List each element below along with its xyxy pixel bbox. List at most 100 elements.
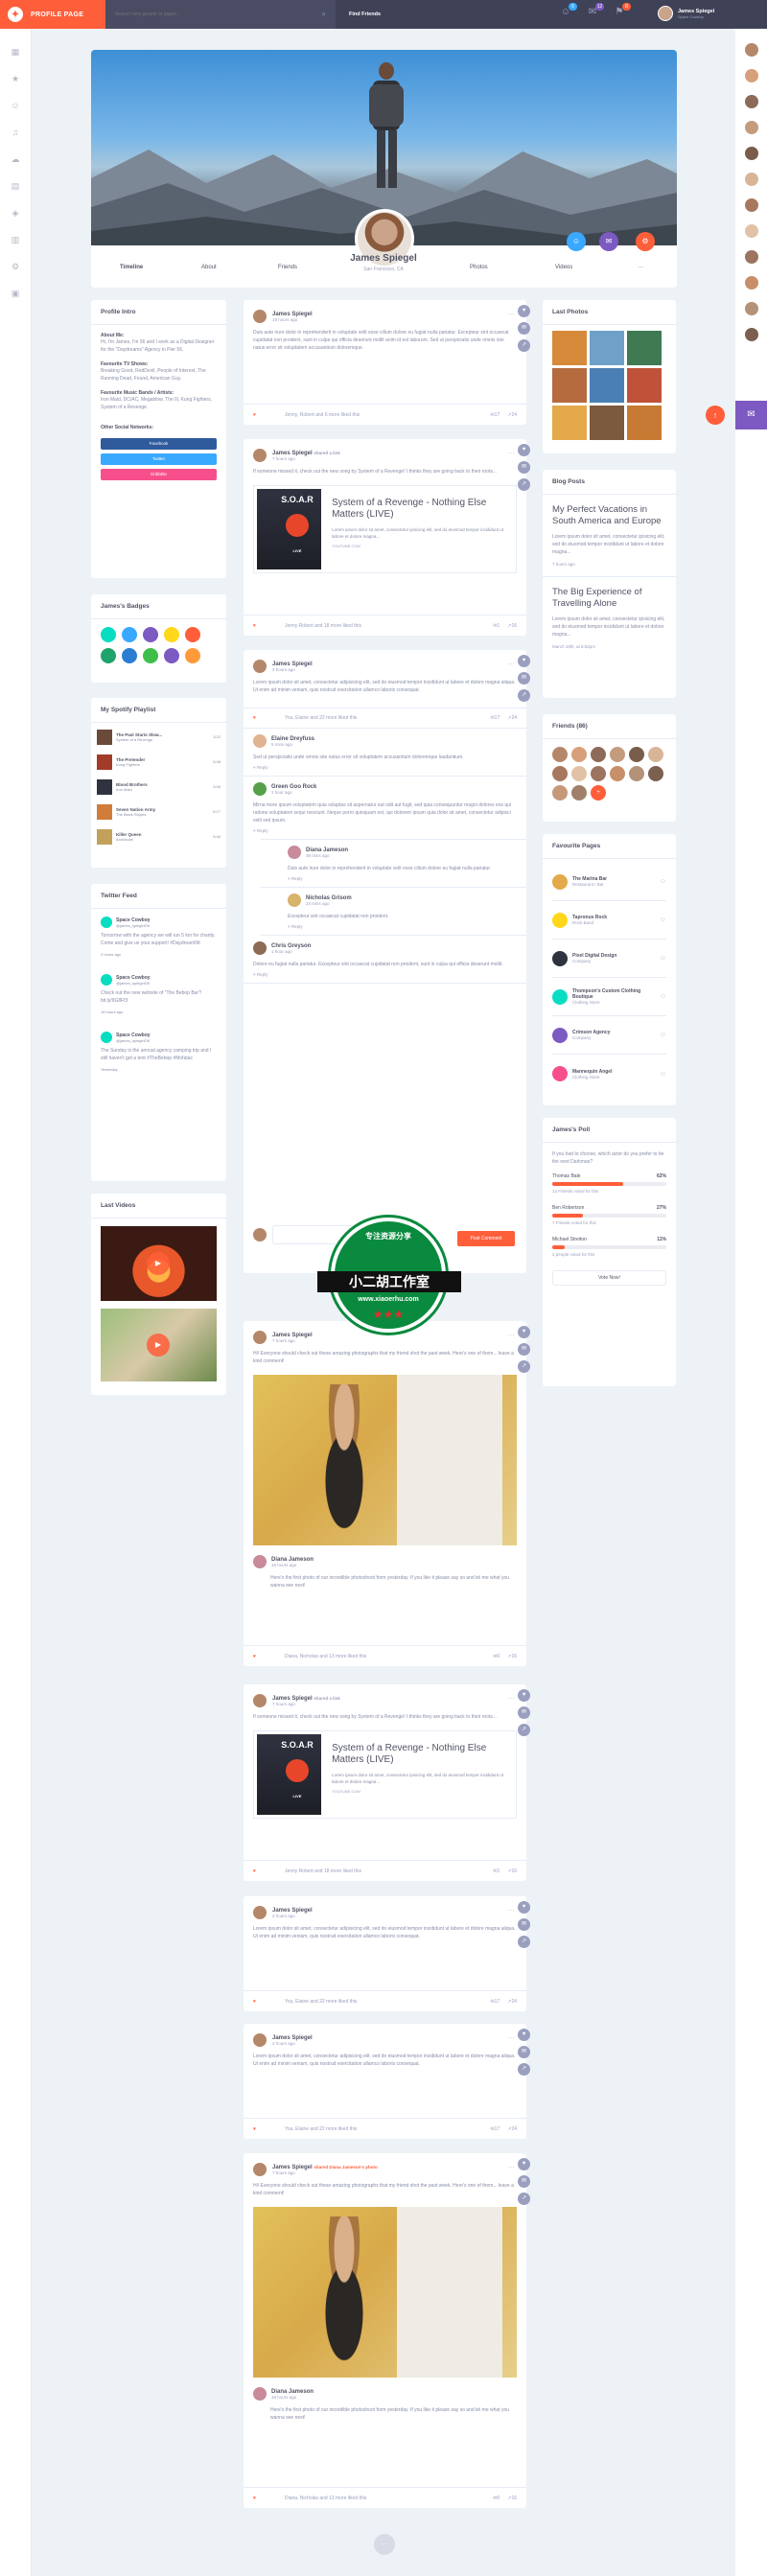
post-author[interactable]: James Spiegel bbox=[272, 1908, 313, 1914]
more-icon[interactable]: ··· bbox=[507, 1906, 515, 1915]
photo-thumbnail[interactable] bbox=[627, 406, 662, 440]
heart-icon[interactable]: ♥ bbox=[253, 2126, 256, 2132]
page-item[interactable]: Tapronus Rock Rock Band ☺ bbox=[552, 901, 666, 940]
heart-icon[interactable]: ♥ bbox=[253, 1654, 256, 1659]
page-item[interactable]: Thompson's Custom Clothing Boutique Cloth… bbox=[552, 978, 666, 1016]
tab-videos[interactable]: Videos bbox=[555, 265, 572, 270]
brand[interactable]: ✦ PROFILE PAGE bbox=[0, 0, 105, 29]
friend-avatar[interactable] bbox=[591, 766, 606, 781]
friend-avatar[interactable] bbox=[744, 328, 758, 341]
comment-side-icon[interactable]: ✉ bbox=[518, 2175, 530, 2188]
friend-requests-icon[interactable]: ☺ 6 bbox=[560, 3, 577, 18]
share-side-icon[interactable]: ↗ bbox=[518, 2193, 530, 2205]
friend-avatar[interactable] bbox=[552, 785, 568, 801]
friend-avatar[interactable] bbox=[744, 147, 758, 160]
playlist-item[interactable]: Killer Queen Archiduke 5:40 bbox=[97, 824, 221, 849]
add-friend-icon[interactable]: ☺ bbox=[567, 232, 586, 251]
friend-avatar[interactable] bbox=[648, 766, 663, 781]
vote-button[interactable]: Vote Now! bbox=[552, 1270, 666, 1286]
post-author[interactable]: James Spiegel bbox=[272, 1696, 313, 1702]
post-author[interactable]: James Spiegel bbox=[272, 312, 313, 317]
badge-icon[interactable] bbox=[101, 627, 116, 642]
friend-avatar[interactable] bbox=[571, 766, 587, 781]
more-friends-icon[interactable]: + bbox=[591, 785, 606, 801]
dribbble-button[interactable]: Dribbble bbox=[101, 469, 217, 480]
link-title[interactable]: System of a Revenge - Nothing Else Matte… bbox=[332, 498, 508, 521]
heart-icon[interactable]: ♥ bbox=[253, 765, 256, 770]
play-icon[interactable]: ▶ bbox=[147, 1252, 170, 1275]
friend-groups-icon[interactable]: ☺ bbox=[0, 92, 31, 119]
like-side-icon[interactable]: ♥ bbox=[518, 2029, 530, 2041]
comment-author[interactable]: Nicholas Grisom bbox=[306, 895, 352, 901]
add-page-icon[interactable]: ☺ bbox=[660, 1071, 666, 1078]
calendar-icon[interactable]: ▤ bbox=[0, 173, 31, 199]
avatar[interactable] bbox=[253, 2163, 267, 2176]
badge-icon[interactable] bbox=[122, 648, 137, 663]
scroll-up-icon[interactable]: ↑ bbox=[706, 406, 725, 425]
notifications-icon[interactable]: ⚑ 8 bbox=[614, 3, 631, 18]
share-side-icon[interactable]: ↗ bbox=[518, 478, 530, 491]
more-icon[interactable]: ··· bbox=[507, 449, 515, 457]
playlist-item[interactable]: The Past Starts Slow... System of a Reven… bbox=[97, 725, 221, 750]
post-photo[interactable] bbox=[253, 1375, 517, 1545]
tab-about[interactable]: About bbox=[201, 265, 217, 270]
load-more-icon[interactable]: ··· bbox=[374, 2534, 395, 2555]
avatar[interactable] bbox=[253, 1906, 267, 1919]
friend-avatar[interactable] bbox=[571, 747, 587, 762]
comment-author[interactable]: Diana Jameson bbox=[271, 1557, 314, 1563]
shared-link[interactable]: S.O.A.R LIVE System of a Revenge - Nothin… bbox=[253, 1730, 517, 1819]
photo-thumbnail[interactable] bbox=[627, 331, 662, 365]
badge-icon[interactable] bbox=[143, 648, 158, 663]
friend-avatar[interactable] bbox=[629, 747, 644, 762]
page-item[interactable]: Mannequin Angel Clothing Store ☺ bbox=[552, 1055, 666, 1093]
heart-icon[interactable]: ♥ bbox=[253, 2495, 256, 2501]
friend-avatar[interactable] bbox=[744, 224, 758, 238]
share-side-icon[interactable]: ↗ bbox=[518, 1724, 530, 1736]
shared-link[interactable]: S.O.A.R LIVE System of a Revenge - Nothin… bbox=[253, 485, 517, 573]
photo-thumbnail[interactable] bbox=[552, 406, 587, 440]
poll-option[interactable]: Michael Streiton 11% 2 people voted for t… bbox=[552, 1237, 666, 1257]
avatar[interactable] bbox=[253, 1694, 267, 1707]
comment-side-icon[interactable]: ✉ bbox=[518, 672, 530, 685]
add-page-icon[interactable]: ☺ bbox=[660, 993, 666, 1000]
avatar[interactable] bbox=[253, 310, 267, 323]
page-name[interactable]: Thompson's Custom Clothing Boutique bbox=[572, 988, 655, 1000]
more-icon[interactable]: ··· bbox=[507, 1694, 515, 1703]
comment-author[interactable]: Diana Jameson bbox=[271, 2389, 314, 2395]
badge-icon[interactable] bbox=[164, 627, 179, 642]
post-photo[interactable] bbox=[253, 2207, 517, 2378]
post-author[interactable]: James Spiegel bbox=[272, 661, 313, 667]
friend-avatar[interactable] bbox=[591, 747, 606, 762]
post-author[interactable]: James Spiegel bbox=[272, 451, 313, 456]
comment-side-icon[interactable]: ✉ bbox=[518, 322, 530, 335]
photo-thumbnail[interactable] bbox=[552, 331, 587, 365]
more-icon[interactable]: ··· bbox=[507, 2163, 515, 2171]
like-side-icon[interactable]: ♥ bbox=[518, 1326, 530, 1338]
comment-side-icon[interactable]: ✉ bbox=[518, 1343, 530, 1356]
more-icon[interactable]: ··· bbox=[507, 660, 515, 668]
comment-side-icon[interactable]: ✉ bbox=[518, 2046, 530, 2058]
facebook-button[interactable]: Facebook bbox=[101, 438, 217, 450]
settings-icon[interactable]: ⚙ bbox=[0, 253, 31, 280]
like-side-icon[interactable]: ♥ bbox=[518, 655, 530, 667]
friend-avatar[interactable] bbox=[744, 250, 758, 264]
friend-avatar[interactable] bbox=[744, 69, 758, 82]
badge-icon[interactable] bbox=[143, 627, 158, 642]
share-side-icon[interactable]: ↗ bbox=[518, 339, 530, 352]
badge-icon[interactable] bbox=[185, 648, 200, 663]
comment-side-icon[interactable]: ✉ bbox=[518, 1706, 530, 1719]
newsfeed-icon[interactable]: ▦ bbox=[0, 38, 31, 65]
like-side-icon[interactable]: ♥ bbox=[518, 1689, 530, 1702]
poll-option[interactable]: Ben Robertson 27% 7 Friends voted for thi… bbox=[552, 1205, 666, 1225]
add-page-icon[interactable]: ☺ bbox=[660, 955, 666, 962]
heart-icon[interactable]: ♥ bbox=[253, 1999, 256, 2005]
tab-timeline[interactable]: Timeline bbox=[120, 265, 143, 270]
comment-author[interactable]: Diana Jameson bbox=[306, 847, 348, 853]
photo-thumbnail[interactable] bbox=[627, 368, 662, 403]
photo-thumbnail[interactable] bbox=[590, 406, 624, 440]
friend-avatar[interactable] bbox=[744, 43, 758, 57]
friend-avatar[interactable] bbox=[629, 766, 644, 781]
comment-author[interactable]: Green Goo Rock bbox=[271, 784, 316, 790]
heart-icon[interactable]: ♥ bbox=[253, 715, 256, 721]
friend-avatar[interactable] bbox=[610, 766, 625, 781]
